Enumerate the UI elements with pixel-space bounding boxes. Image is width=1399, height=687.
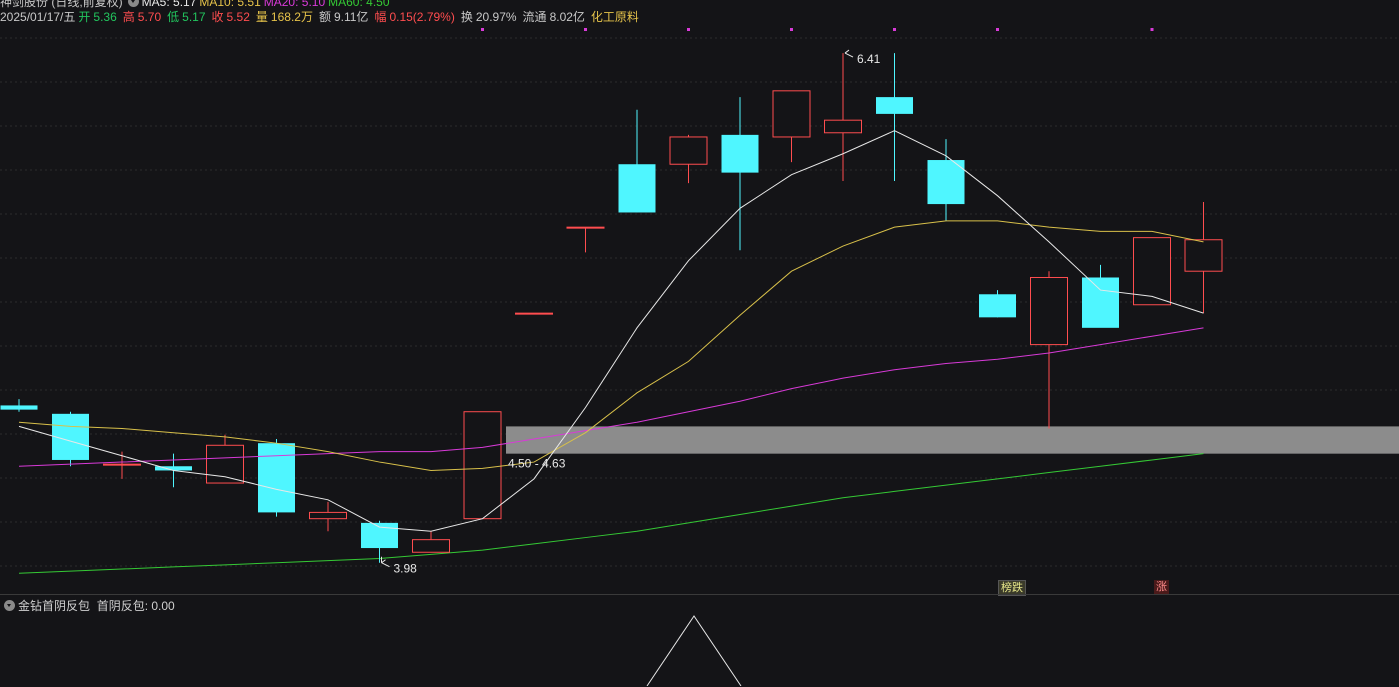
candle-body [669,136,708,165]
grid-lines [0,37,1399,567]
price-chart[interactable]: 4.50 - 4.63 6.41 3.98 [0,0,1399,594]
candle-body [1184,239,1223,272]
candle [52,411,89,467]
ma-lines [18,130,1204,532]
candles [0,53,1223,563]
candle-body [515,312,553,315]
candle-body [463,411,502,520]
candle-body [1082,277,1119,328]
candle-body [412,539,450,553]
candle-body [618,164,656,213]
signal-dot [687,28,690,31]
ma60-line [18,453,1204,574]
candle [1082,264,1119,328]
candle [0,399,38,412]
candle-body [258,443,295,513]
candle [1030,271,1068,429]
signal-dot [996,28,999,31]
candle-body [566,226,605,229]
candle-body [927,160,965,205]
zone-label: 4.50 - 4.63 [508,457,566,471]
indicator-line [646,615,742,686]
candle [412,531,450,553]
candle [463,411,502,520]
candle [618,109,656,213]
signal-dot [893,28,896,31]
signal-dot [1150,28,1154,31]
high-mark-label: 6.41 [857,52,881,66]
candle [566,226,605,253]
candle-body [772,90,811,138]
signal-dot [790,28,793,31]
candle-body [309,511,347,520]
candle [772,90,811,163]
candle [721,97,759,251]
candle-body [1030,276,1068,346]
candle [927,139,965,221]
candle [979,290,1016,318]
candle-body [103,463,141,466]
candle [258,438,295,517]
signal-dot [481,28,484,31]
ma5-polyline [18,130,1204,532]
candle [206,434,244,484]
price-zone [506,426,1399,454]
candle [515,312,553,315]
candle-body [824,119,862,134]
candle-body [876,97,913,114]
candle-body [721,134,759,173]
candle-body [206,444,244,484]
candle [824,53,862,182]
signal-dot [584,28,587,31]
candle-body [0,405,38,410]
candle-body [979,294,1016,318]
indicator-chart [646,615,742,686]
high-arrow-icon [844,49,854,58]
candle [876,53,913,182]
signal-dots [481,28,1154,31]
signal-badge-2[interactable]: 涨 [1154,580,1169,594]
candle [1184,201,1223,314]
ma60-polyline [18,453,1204,574]
low-mark-label: 3.98 [394,562,418,576]
candle [669,134,708,184]
